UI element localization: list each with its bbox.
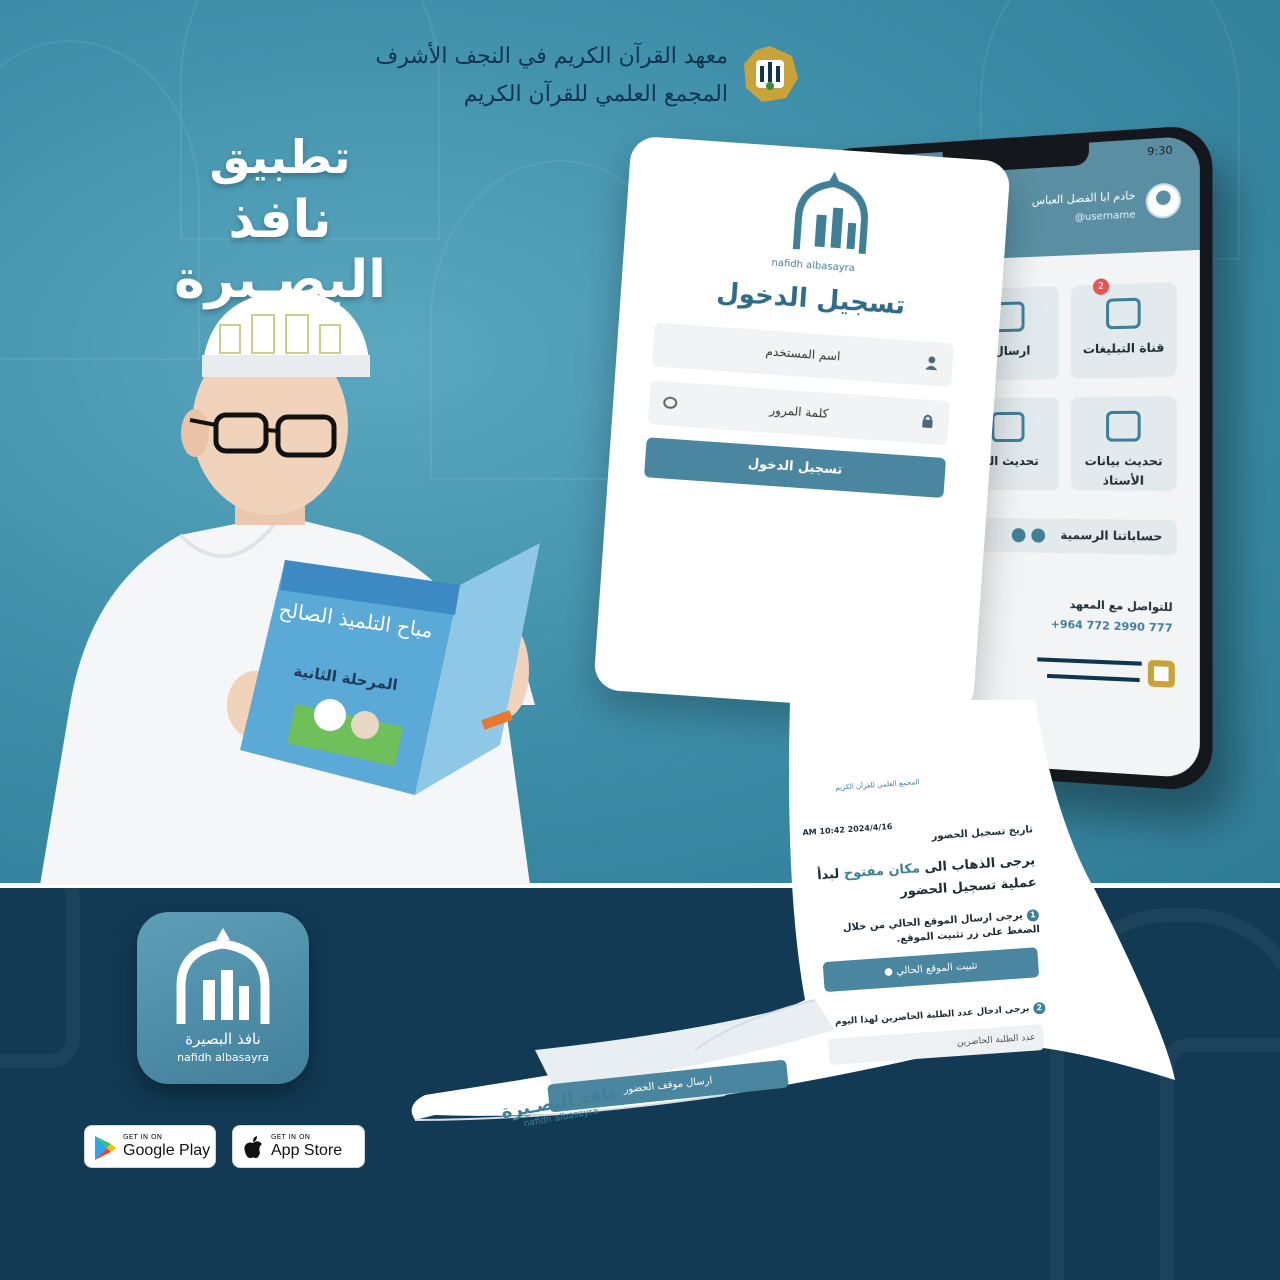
message-text: يرجى الذهاب الى	[923, 853, 1036, 876]
username-placeholder: اسم المستخدم	[765, 344, 841, 364]
pin-location-button[interactable]: تثبيت الموقع الحالي ●	[822, 947, 1040, 993]
tile-label: قناة التبليغات	[1082, 340, 1165, 357]
message-highlight: مكان مفتوح	[843, 861, 921, 882]
apple-icon	[244, 1136, 262, 1159]
google-play-badge[interactable]: GET IN ON Google Play	[84, 1125, 216, 1168]
app-icon-latin-name: nafidh albasayra	[177, 1051, 269, 1064]
app-store-small-text: GET IN ON	[271, 1133, 311, 1141]
institute-name-line1: معهد القرآن الكريم في النجف الأشرف	[375, 44, 728, 69]
tile-announcements[interactable]: 2 قناة التبليغات	[1070, 278, 1177, 379]
app-icon-arabic-name: نافذ البصيرة	[185, 1030, 261, 1048]
google-play-icon	[95, 1136, 116, 1160]
app-title: تطبيق نافذ البصـيرة	[120, 130, 440, 310]
attendance-message: يرجى الذهاب الى مكان مفتوح لبدأ عملية تس…	[815, 850, 1038, 909]
attendance-heading: تاريخ تسجيل الحضور	[931, 824, 1034, 843]
pin-location-label: تثبيت الموقع الحالي	[895, 960, 978, 978]
password-placeholder: كلمة المرور	[769, 402, 829, 421]
students-count-field[interactable]: عدد الطلبة الحاضرين	[828, 1024, 1045, 1065]
edit-icon	[991, 411, 1025, 443]
institute-emblem-icon	[744, 46, 798, 102]
location-pin-icon: ●	[883, 966, 894, 978]
telegram-icon[interactable]	[1031, 528, 1046, 543]
attendance-content: المجمع العلمي للقرآن الكريم 2024/4/16 10…	[779, 761, 1071, 1109]
login-card: nafidh albasayra تسجيل الدخول اسم المستخ…	[593, 135, 1011, 716]
attendance-step1: 1يرجى ارسال الموقع الحالي من خلال الضغط …	[809, 907, 1041, 953]
step2-text: يرجى ادخال عدد الطلبة الحاضرين لهذا اليو…	[834, 1003, 1030, 1028]
password-field[interactable]: كلمة المرور	[647, 380, 951, 446]
notification-badge: 2	[1092, 278, 1110, 296]
app-logo-icon	[792, 171, 868, 255]
institute-logo: معهد القرآن الكريم في النجف الأشرف المجم…	[375, 34, 800, 124]
app-icon[interactable]: نافذ البصيرة nafidh albasayra	[137, 912, 309, 1084]
step1-text: يرجى ارسال الموقع الحالي من خلال الضغط ع…	[842, 910, 1041, 945]
user-edit-icon	[1106, 410, 1141, 442]
google-play-label: Google Play	[123, 1142, 211, 1159]
official-accounts-label: حساباتنا الرسمية	[1060, 527, 1163, 544]
institute-logo-small	[1037, 657, 1175, 688]
institute-name-line2: المجمع العلمي للقرآن الكريم	[463, 82, 728, 107]
contact-title: للتواصل مع المعهد	[1069, 597, 1173, 615]
step-number: 1	[1026, 909, 1040, 922]
background-decoration	[0, 888, 80, 1068]
google-play-small-text: GET IN ON	[123, 1133, 163, 1141]
contact-phone-number[interactable]: +964 772 2990 777	[1051, 618, 1173, 635]
tile-label: تحديث بيانات الأستاذ	[1084, 453, 1163, 488]
app-store-label: App Store	[271, 1142, 343, 1159]
step-number: 2	[1032, 1001, 1046, 1015]
app-store-badge[interactable]: GET IN ON App Store	[232, 1125, 365, 1168]
facebook-icon[interactable]	[1011, 528, 1026, 543]
login-button[interactable]: تسجيل الدخول	[644, 437, 947, 499]
username-field[interactable]: اسم المستخدم	[651, 322, 955, 388]
phone-status-time: 9:30	[1147, 143, 1173, 159]
app-logo-icon	[176, 928, 270, 1024]
attendance-header: المجمع العلمي للقرآن الكريم	[835, 778, 920, 792]
inbox-icon	[1106, 297, 1141, 330]
app-title-line1: تطبيق	[209, 130, 351, 184]
tile-update-teacher[interactable]: تحديث بيانات الأستاذ	[1070, 395, 1177, 492]
attendance-date: 2024/4/16 10:42 AM	[802, 822, 893, 838]
